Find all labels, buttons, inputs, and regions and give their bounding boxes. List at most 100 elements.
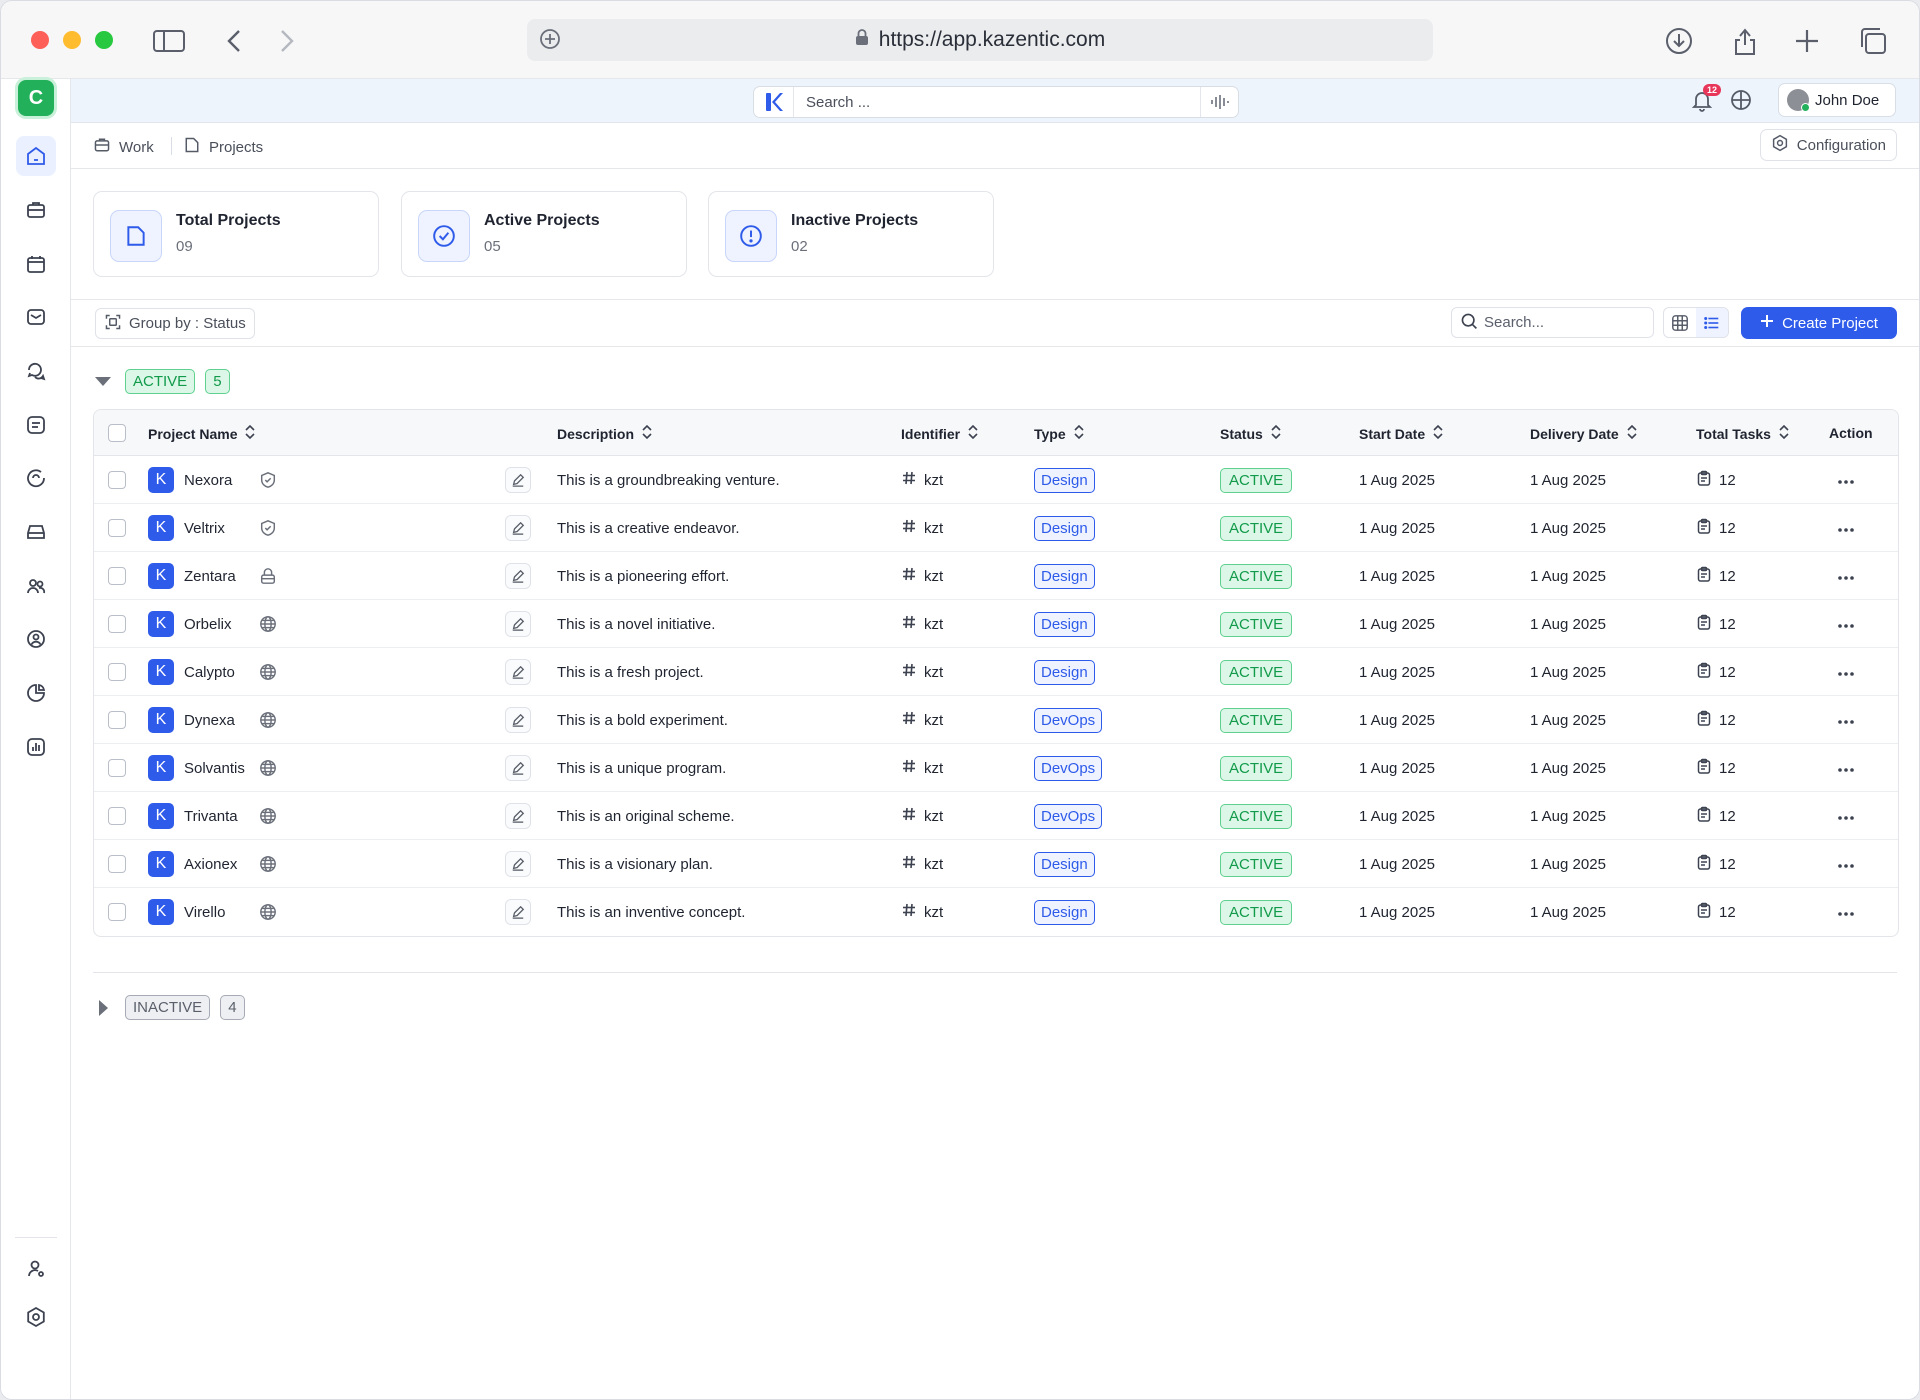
table-row[interactable]: K Nexora This is a groundbreaking venture.… — [94, 456, 1898, 504]
pencil-icon[interactable] — [505, 851, 531, 877]
more-horizontal-icon[interactable] — [1837, 520, 1855, 537]
chevron-right-icon[interactable] — [99, 999, 108, 1016]
global-search-placeholder[interactable]: Search ... — [794, 94, 1200, 111]
status-badge[interactable]: ACTIVE — [1220, 851, 1293, 877]
more-horizontal-icon[interactable] — [1837, 472, 1855, 489]
column-start-date[interactable]: Start Date — [1359, 424, 1443, 442]
sidebar-pie-chart-icon[interactable] — [16, 673, 56, 713]
row-checkbox[interactable] — [108, 504, 126, 552]
sidebar-mail-icon[interactable] — [16, 297, 56, 337]
row-checkbox[interactable] — [108, 696, 126, 744]
status-badge[interactable]: ACTIVE — [1220, 899, 1293, 925]
new-tab-icon[interactable] — [539, 28, 561, 56]
table-row[interactable]: K Axionex This is a visionary plan. kzt Desi… — [94, 840, 1898, 888]
table-row[interactable]: K Trivanta This is an original scheme. kzt D… — [94, 792, 1898, 840]
breadcrumb-work[interactable]: Work — [93, 136, 154, 158]
row-checkbox[interactable] — [108, 456, 126, 504]
type-badge[interactable]: Design — [1034, 899, 1095, 925]
group-header-active[interactable]: ACTIVE 5 — [95, 369, 230, 394]
status-badge[interactable]: ACTIVE — [1220, 515, 1293, 541]
table-row[interactable]: K Zentara This is a pioneering effort. kzt D… — [94, 552, 1898, 600]
group-by-button[interactable]: Group by : Status — [95, 308, 255, 339]
column-total-tasks[interactable]: Total Tasks — [1696, 424, 1789, 442]
forward-arrow-icon[interactable] — [269, 23, 305, 59]
sidebar-settings-icon[interactable] — [16, 1297, 56, 1337]
project-name-cell[interactable]: K Virello — [148, 888, 225, 936]
edit-project-button[interactable] — [505, 504, 531, 552]
create-project-button[interactable]: Create Project — [1741, 307, 1897, 339]
share-icon[interactable] — [1727, 23, 1763, 59]
maximize-window-button[interactable] — [95, 31, 113, 49]
table-row[interactable]: K Calypto This is a fresh project. kzt Desig… — [94, 648, 1898, 696]
project-name-cell[interactable]: K Orbelix — [148, 600, 232, 648]
breadcrumb-projects[interactable]: Projects — [183, 136, 263, 158]
pencil-icon[interactable] — [505, 515, 531, 541]
edit-project-button[interactable] — [505, 696, 531, 744]
type-badge[interactable]: DevOps — [1034, 707, 1103, 733]
download-icon[interactable] — [1661, 23, 1697, 59]
status-badge[interactable]: ACTIVE — [1220, 563, 1293, 589]
edit-project-button[interactable] — [505, 744, 531, 792]
type-badge[interactable]: DevOps — [1034, 755, 1103, 781]
back-arrow-icon[interactable] — [216, 23, 252, 59]
project-name[interactable]: Orbelix — [184, 616, 232, 633]
sidebar-briefcase-icon[interactable] — [16, 190, 56, 230]
row-actions-button[interactable] — [1837, 552, 1855, 600]
row-actions-button[interactable] — [1837, 744, 1855, 792]
select-all-checkbox[interactable] — [108, 424, 126, 442]
project-name[interactable]: Trivanta — [184, 808, 238, 825]
pencil-icon[interactable] — [505, 803, 531, 829]
more-horizontal-icon[interactable] — [1837, 616, 1855, 633]
column-type[interactable]: Type — [1034, 424, 1084, 442]
sidebar-user-settings-icon[interactable] — [16, 1249, 56, 1289]
sidebar-home-icon[interactable] — [16, 136, 56, 176]
project-search-input[interactable]: Search... — [1451, 307, 1654, 338]
sidebar-inbox-icon[interactable] — [16, 512, 56, 552]
project-name-cell[interactable]: K Calypto — [148, 648, 235, 696]
more-horizontal-icon[interactable] — [1837, 664, 1855, 681]
voice-search-icon[interactable] — [1200, 87, 1238, 117]
more-horizontal-icon[interactable] — [1837, 712, 1855, 729]
table-row[interactable]: K Solvantis This is a unique program. kzt De… — [94, 744, 1898, 792]
status-badge[interactable]: ACTIVE — [1220, 659, 1293, 685]
row-actions-button[interactable] — [1837, 888, 1855, 936]
pencil-icon[interactable] — [505, 755, 531, 781]
row-checkbox[interactable] — [108, 648, 126, 696]
more-horizontal-icon[interactable] — [1837, 568, 1855, 585]
project-name[interactable]: Solvantis — [184, 760, 245, 777]
sidebar-analytics-icon[interactable] — [16, 727, 56, 767]
column-description[interactable]: Description — [557, 424, 652, 442]
project-name-cell[interactable]: K Dynexa — [148, 696, 235, 744]
more-horizontal-icon[interactable] — [1837, 760, 1855, 777]
more-horizontal-icon[interactable] — [1837, 856, 1855, 873]
row-checkbox[interactable] — [108, 888, 126, 936]
workspace-logo[interactable]: C — [18, 80, 54, 116]
row-actions-button[interactable] — [1837, 648, 1855, 696]
pencil-icon[interactable] — [505, 467, 531, 493]
type-badge[interactable]: DevOps — [1034, 803, 1103, 829]
row-actions-button[interactable] — [1837, 792, 1855, 840]
pencil-icon[interactable] — [505, 899, 531, 925]
column-delivery-date[interactable]: Delivery Date — [1530, 424, 1637, 442]
status-badge[interactable]: ACTIVE — [1220, 707, 1293, 733]
project-name[interactable]: Nexora — [184, 472, 232, 489]
table-row[interactable]: K Veltrix This is a creative endeavor. kzt D… — [94, 504, 1898, 552]
tab-overview-icon[interactable] — [1855, 23, 1891, 59]
project-name-cell[interactable]: K Solvantis — [148, 744, 245, 792]
row-checkbox[interactable] — [108, 552, 126, 600]
row-checkbox[interactable] — [108, 600, 126, 648]
edit-project-button[interactable] — [505, 792, 531, 840]
new-tab-plus-icon[interactable] — [1789, 23, 1825, 59]
minimize-window-button[interactable] — [63, 31, 81, 49]
sidebar-calendar-icon[interactable] — [16, 244, 56, 284]
project-name[interactable]: Axionex — [184, 856, 237, 873]
edit-project-button[interactable] — [505, 840, 531, 888]
group-header-inactive[interactable]: INACTIVE 4 — [95, 995, 245, 1020]
type-badge[interactable]: Design — [1034, 659, 1095, 685]
global-search[interactable]: Search ... — [753, 86, 1239, 118]
chevron-down-icon[interactable] — [95, 377, 111, 386]
row-actions-button[interactable] — [1837, 696, 1855, 744]
apps-grid-icon[interactable] — [1730, 89, 1752, 115]
sidebar-profile-icon[interactable] — [16, 619, 56, 659]
project-name[interactable]: Zentara — [184, 568, 236, 585]
